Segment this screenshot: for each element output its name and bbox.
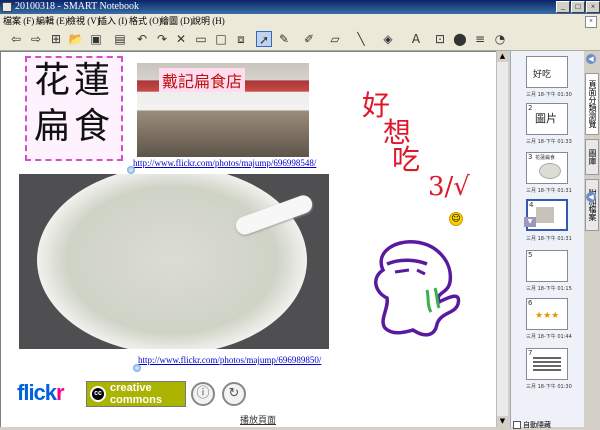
play-page-link[interactable]: 播放頁面 bbox=[240, 413, 276, 426]
page-thumbnail[interactable]: 好吃 bbox=[526, 56, 568, 88]
back-icon[interactable]: ⇦ bbox=[8, 31, 24, 47]
flickr-logo: flickr bbox=[17, 380, 65, 405]
photo-link-2[interactable]: http://www.flickr.com/photos/majump/6969… bbox=[138, 355, 321, 365]
tab-attachments[interactable]: 附加檔案 bbox=[585, 179, 599, 231]
menu-edit[interactable]: 編輯 (E) bbox=[36, 14, 68, 28]
full-screen-icon[interactable]: □ bbox=[213, 31, 229, 47]
title-line-2: 扁食 bbox=[33, 106, 114, 147]
line-icon[interactable]: ╲ bbox=[353, 31, 369, 47]
bowl-shape bbox=[37, 174, 307, 349]
toolbar: ⇦ ⇨ ⊞ 📂 ▣ ▤ ↶ ↷ ✕ ▭ □ ⧈ ➚ ✎ ✐ ▱ ╲ ◈ A ⊡ … bbox=[0, 28, 600, 51]
photo-link-1[interactable]: http://www.flickr.com/photos/majump/6969… bbox=[133, 158, 316, 168]
page-thumbnail[interactable]: 3 花蓮扁食 bbox=[526, 152, 568, 184]
more-icon[interactable]: ⬤ bbox=[452, 31, 468, 47]
share-alike-icon: ↻ bbox=[222, 382, 246, 406]
text-icon[interactable]: A bbox=[408, 31, 424, 47]
creative-pen-icon[interactable]: ✐ bbox=[301, 31, 317, 47]
checkbox-icon[interactable] bbox=[513, 421, 521, 429]
cc-icon: cc bbox=[90, 386, 106, 402]
doodle-drawing[interactable] bbox=[365, 232, 475, 342]
properties-icon[interactable]: ⊡ bbox=[432, 31, 448, 47]
page-thumbnail[interactable]: 5 bbox=[526, 250, 568, 282]
thumbnail-timestamp: 三月 18-下午 01:33 bbox=[526, 139, 572, 145]
canvas-scrollbar[interactable]: ▲ ▼ bbox=[496, 51, 508, 427]
menu-view[interactable]: 檢視 (V) bbox=[67, 14, 100, 28]
forward-icon[interactable]: ⇨ bbox=[28, 31, 44, 47]
smiley-icon: ☺ bbox=[449, 212, 463, 226]
tab-gallery[interactable]: 圖庫 bbox=[585, 139, 599, 175]
select-icon[interactable]: ➚ bbox=[256, 31, 272, 47]
thumbnail-timestamp: 三月 18-下午 01:31 bbox=[526, 188, 572, 194]
thumbnail-timestamp: 三月 18-下午 01:30 bbox=[526, 92, 572, 98]
shop-photo[interactable]: 戴記扁食店 bbox=[137, 63, 309, 157]
capture-icon[interactable]: ⧈ bbox=[233, 31, 249, 47]
close-document-button[interactable]: × bbox=[585, 16, 597, 28]
menu-insert[interactable]: 插入 (I) bbox=[98, 14, 127, 28]
save-icon[interactable]: ▣ bbox=[88, 31, 104, 47]
page-thumbnail[interactable]: 6 ★★★ bbox=[526, 298, 568, 330]
open-icon[interactable]: 📂 bbox=[68, 31, 84, 47]
page-thumbnail[interactable]: 2 圖片 bbox=[526, 103, 568, 135]
fill-icon[interactable]: ◈ bbox=[380, 31, 396, 47]
scroll-down-icon[interactable]: ▼ bbox=[497, 416, 508, 427]
minimize-button[interactable]: _ bbox=[556, 1, 570, 13]
thumbnail-timestamp: 三月 18-下午 01:31 bbox=[526, 236, 572, 242]
menu-draw[interactable]: 繪圖 (D) bbox=[160, 14, 193, 28]
tab-page-sorter[interactable]: 頁面分類瀏覽 bbox=[585, 73, 599, 135]
side-tab-strip: 頁面分類瀏覽 圖庫 附加檔案 bbox=[584, 51, 600, 427]
app-icon bbox=[2, 2, 12, 12]
title-line-1: 花蓮 bbox=[33, 60, 114, 101]
creative-commons-badge: cc creative commons bbox=[86, 381, 186, 407]
attribution-icon: ⓘ bbox=[191, 382, 215, 406]
title-box[interactable]: 花蓮 扁食 bbox=[25, 56, 123, 161]
panel-collapse-icon[interactable]: ◀ bbox=[586, 54, 596, 64]
thumbnail-timestamp: 三月 18-下午 01:44 bbox=[526, 334, 572, 340]
thumbnail-timestamp: 三月 18-下午 01:30 bbox=[526, 384, 572, 390]
shop-sign: 戴記扁食店 bbox=[159, 68, 246, 92]
undo-icon[interactable]: ↶ bbox=[134, 31, 150, 47]
screen-shade-icon[interactable]: ▭ bbox=[193, 31, 209, 47]
eraser-icon[interactable]: ▱ bbox=[327, 31, 343, 47]
menu-bar: 檔案 (F) 編輯 (E) 檢視 (V) 插入 (I) 格式 (O) 繪圖 (D… bbox=[0, 14, 600, 28]
menu-help[interactable]: 說明 (H) bbox=[192, 14, 225, 28]
maximize-button[interactable]: □ bbox=[571, 1, 585, 13]
dumpling-soup-photo[interactable] bbox=[19, 174, 329, 349]
delete-icon[interactable]: ✕ bbox=[173, 31, 189, 47]
menu-file[interactable]: 檔案 (F) bbox=[3, 14, 34, 28]
toolbar-settings-icon[interactable]: ≡ bbox=[472, 31, 488, 47]
redo-icon[interactable]: ↷ bbox=[154, 31, 170, 47]
page-thumbnail[interactable]: 7 bbox=[526, 348, 568, 380]
window-title: 20100318 - SMART Notebook bbox=[15, 1, 139, 12]
handwriting-scribble: 3/√ bbox=[428, 172, 470, 202]
auto-hide-checkbox[interactable]: 自動隱藏 bbox=[513, 420, 551, 430]
link-globe-icon bbox=[133, 364, 141, 372]
close-button[interactable]: × bbox=[586, 1, 600, 13]
thumbnail-menu-icon[interactable]: ▼ bbox=[524, 217, 536, 227]
title-bar: 20100318 - SMART Notebook _ □ × bbox=[0, 0, 600, 14]
link-globe-icon bbox=[127, 166, 135, 174]
thumbnail-timestamp: 三月 18-下午 01:15 bbox=[526, 286, 572, 292]
paste-icon[interactable]: ▤ bbox=[112, 31, 128, 47]
help-icon[interactable]: ◔ bbox=[492, 31, 508, 47]
pen-icon[interactable]: ✎ bbox=[276, 31, 292, 47]
scroll-up-icon[interactable]: ▲ bbox=[497, 51, 508, 62]
add-page-icon[interactable]: ⊞ bbox=[48, 31, 64, 47]
menu-format[interactable]: 格式 (O) bbox=[129, 14, 162, 28]
handwriting-eat: 吃 bbox=[392, 143, 421, 176]
panel-side-icon[interactable]: ◀ bbox=[586, 192, 596, 202]
